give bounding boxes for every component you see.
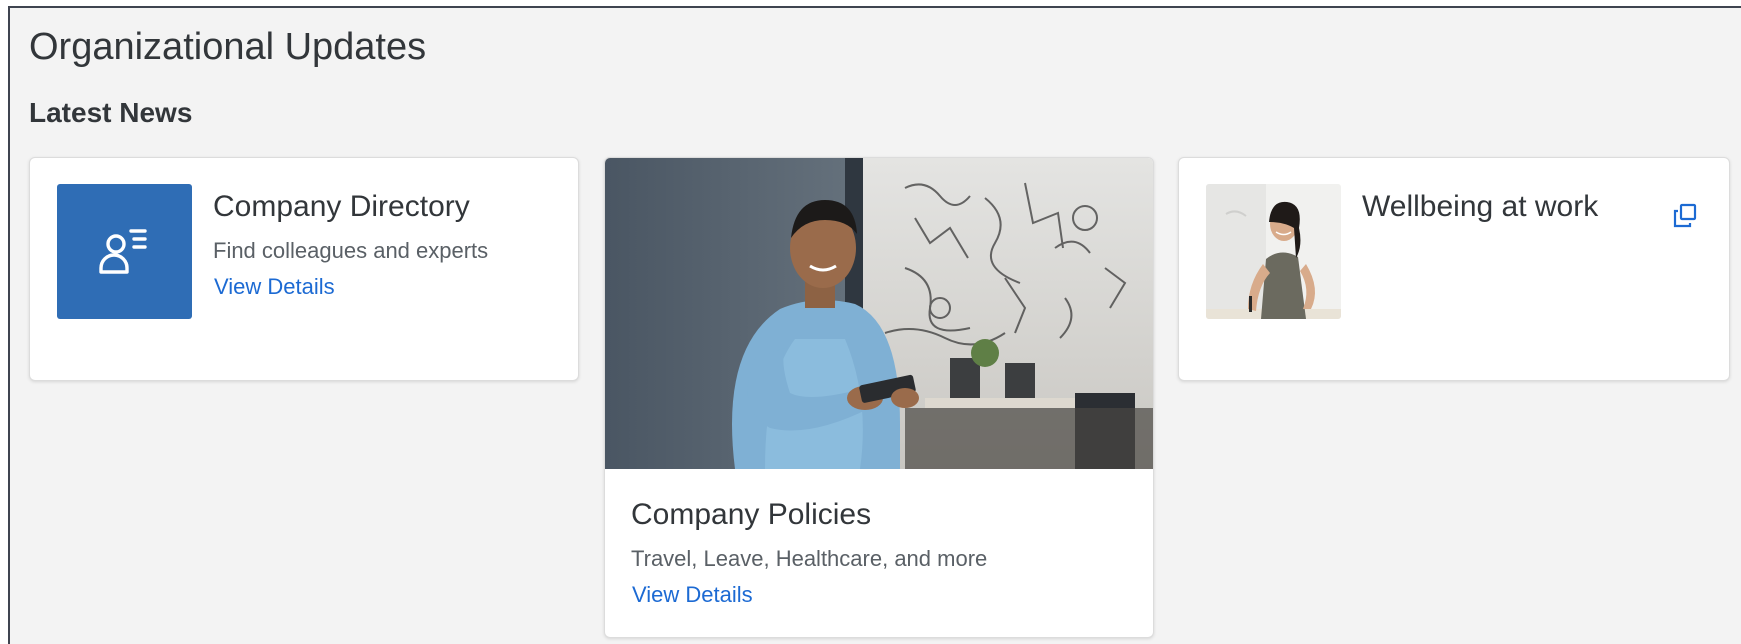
company-policies-view-details-link[interactable]: View Details	[632, 582, 753, 608]
person-list-icon	[57, 184, 192, 319]
company-directory-title: Company Directory	[213, 190, 470, 223]
company-policies-description: Travel, Leave, Healthcare, and more	[631, 546, 988, 571]
page-frame: Organizational Updates Latest News Compa…	[8, 6, 1741, 644]
company-policies-title: Company Policies	[631, 498, 872, 531]
open-in-new-window-icon[interactable]	[1671, 202, 1699, 230]
man-with-tablet-photo	[605, 158, 1153, 469]
company-policies-card[interactable]: Company Policies Travel, Leave, Healthca…	[604, 157, 1154, 638]
company-directory-description: Find colleagues and experts	[213, 238, 489, 263]
company-directory-card[interactable]: Company Directory Find colleagues and ex…	[29, 157, 579, 381]
page-title: Organizational Updates	[29, 26, 427, 68]
woman-at-desk-photo	[1206, 184, 1341, 319]
wellbeing-card[interactable]: Wellbeing at work	[1178, 157, 1730, 381]
wellbeing-title: Wellbeing at work	[1362, 190, 1599, 223]
section-title: Latest News	[29, 97, 193, 128]
company-directory-view-details-link[interactable]: View Details	[214, 274, 335, 300]
